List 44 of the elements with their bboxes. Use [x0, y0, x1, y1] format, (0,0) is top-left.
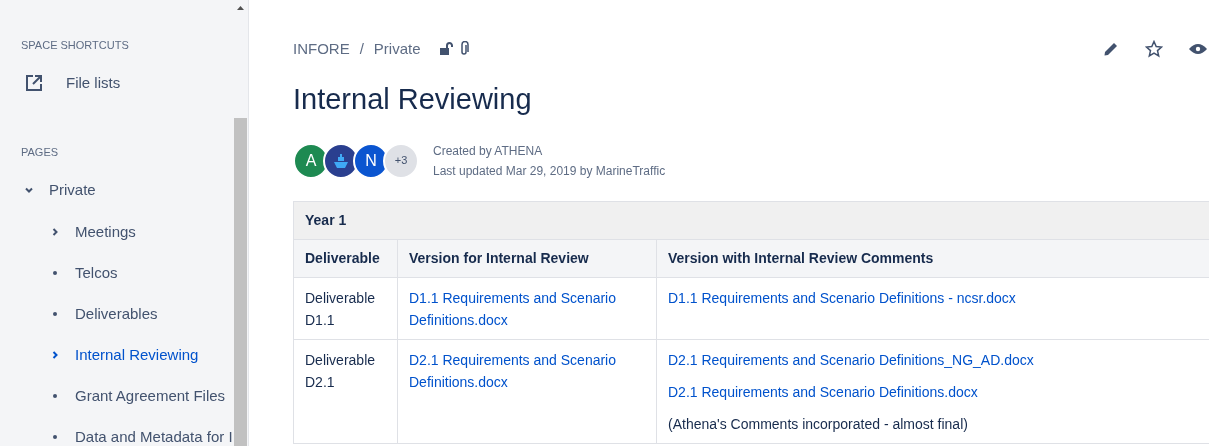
- edit-icon[interactable]: [1103, 41, 1119, 58]
- chevron-right-icon[interactable]: [50, 227, 60, 237]
- ship-icon: [332, 152, 350, 169]
- column-header: Version for Internal Review: [397, 239, 657, 277]
- page-tree-item[interactable]: Private: [49, 178, 96, 202]
- column-header: Version with Internal Review Comments: [656, 239, 1209, 277]
- cell-text: Deliverable D1.1: [305, 288, 377, 330]
- scroll-thumb[interactable]: [234, 118, 247, 446]
- section-heading: PAGES: [21, 145, 59, 160]
- breadcrumb-separator: /: [359, 39, 364, 59]
- column-header: Deliverable: [293, 239, 398, 277]
- file-link[interactable]: D2.1 Requirements and Scenario Definitions_NG_AD.docx: [668, 348, 1209, 371]
- page-tree-item[interactable]: Meetings: [75, 220, 136, 244]
- breadcrumb-link[interactable]: Private: [373, 38, 421, 61]
- cell-text: Deliverable D2.1: [305, 350, 377, 392]
- external-link-icon[interactable]: [24, 72, 44, 93]
- chevron-right-icon[interactable]: [50, 350, 60, 360]
- file-link[interactable]: D2.1 Requirements and Scenario Definitions.docx: [668, 380, 1209, 403]
- page-tree-item[interactable]: Deliverables: [75, 302, 158, 326]
- page-tree-item[interactable]: Grant Agreement Files: [75, 384, 226, 408]
- last-updated-text: Last updated Mar 29, 2019 by MarineTraffic: [433, 162, 666, 180]
- more-contributors[interactable]: +3: [383, 142, 419, 179]
- paperclip-icon[interactable]: [458, 41, 469, 58]
- page-tree-item[interactable]: Internal Reviewing: [75, 343, 199, 367]
- bullet-icon: [53, 394, 57, 398]
- file-link[interactable]: D1.1 Requirements and Scenario Definitions.docx: [409, 286, 645, 331]
- star-icon[interactable]: [1145, 40, 1163, 59]
- page-tree-item[interactable]: Data and Metadata for I: [75, 425, 233, 446]
- unlock-icon[interactable]: [438, 42, 453, 57]
- breadcrumb-link[interactable]: INFORE: [293, 38, 350, 61]
- page-tree-item[interactable]: Telcos: [75, 261, 118, 285]
- created-by-text: Created by ATHENA: [433, 142, 544, 160]
- eye-icon[interactable]: [1189, 43, 1207, 56]
- page-title: Internal Reviewing: [293, 81, 533, 117]
- shortcut-link[interactable]: File lists: [66, 71, 121, 94]
- chevron-down-icon[interactable]: [24, 185, 34, 195]
- file-link[interactable]: D1.1 Requirements and Scenario Definitions - ncsr.docx: [668, 286, 1209, 309]
- bullet-icon: [53, 435, 57, 439]
- section-heading: SPACE SHORTCUTS: [21, 38, 129, 53]
- bullet-icon: [53, 312, 57, 316]
- cell-text: (Athena's Comments incorporated - almost final): [668, 414, 969, 434]
- table-section-header: Year 1: [293, 201, 1209, 239]
- bullet-icon: [53, 271, 57, 275]
- file-link[interactable]: D2.1 Requirements and Scenario Definitions.docx: [409, 348, 645, 393]
